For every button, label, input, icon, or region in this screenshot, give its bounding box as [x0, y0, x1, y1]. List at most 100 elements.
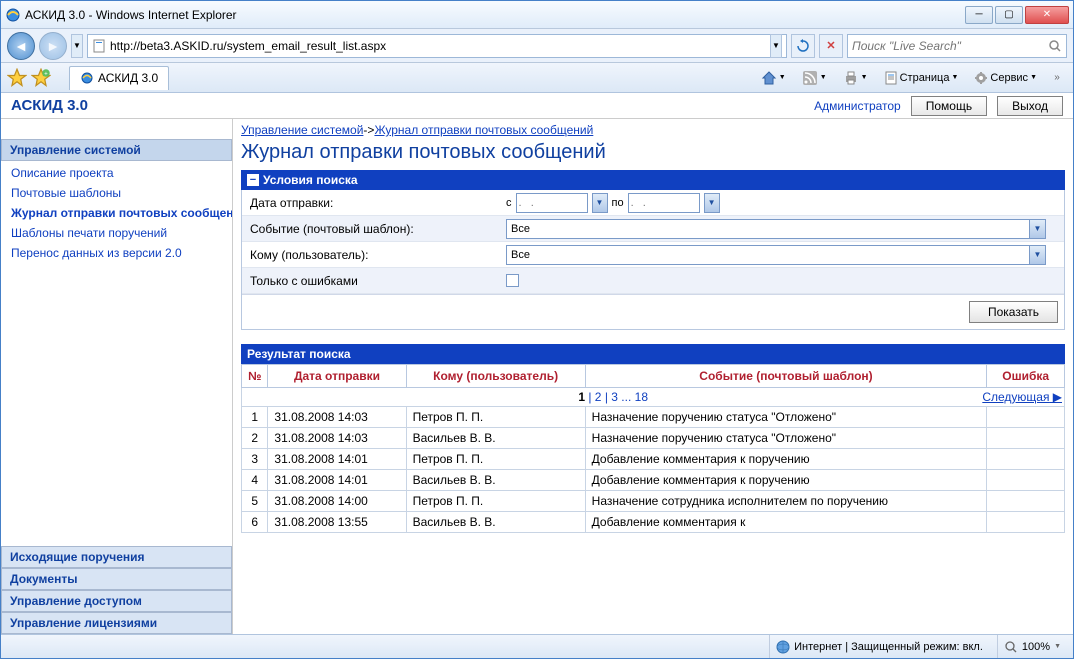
- back-button[interactable]: ◄: [7, 32, 35, 60]
- next-page[interactable]: Следующая ▶: [982, 390, 1062, 404]
- cell-date: 31.08.2008 14:00: [268, 491, 406, 512]
- stop-button[interactable]: ✕: [819, 34, 843, 58]
- table-row[interactable]: 6 31.08.2008 13:55 Васильев В. В. Добавл…: [242, 512, 1065, 533]
- tab-title: АСКИД 3.0: [98, 71, 158, 85]
- app-header: АСКИД 3.0 Администратор Помощь Выход: [1, 93, 1073, 119]
- ie-icon: [5, 7, 21, 23]
- cell-event: Назначение поручению статуса "Отложено": [585, 407, 987, 428]
- page-menu[interactable]: Страница ▼: [878, 67, 965, 89]
- date-from-picker[interactable]: ▼: [592, 193, 608, 213]
- page-title: Журнал отправки почтовых сообщений: [241, 141, 1065, 164]
- col-date[interactable]: Дата отправки: [268, 365, 406, 388]
- breadcrumb-log[interactable]: Журнал отправки почтовых сообщений: [374, 123, 593, 137]
- breadcrumb-system[interactable]: Управление системой: [241, 123, 363, 137]
- home-button[interactable]: ▼: [755, 67, 792, 89]
- date-to-picker[interactable]: ▼: [704, 193, 720, 213]
- cell-num: 2: [242, 428, 268, 449]
- pager: 1 | 2 | 3 ... 18 Следующая ▶: [242, 388, 1065, 407]
- user-select[interactable]: Все ▼: [506, 245, 1046, 265]
- history-dropdown[interactable]: ▼: [71, 34, 83, 58]
- browser-navbar: ◄ ► ▼ ▼ ✕: [1, 29, 1073, 63]
- svg-text:+: +: [44, 70, 48, 77]
- label-date: Дата отправки:: [242, 193, 502, 213]
- tools-menu[interactable]: Сервис ▼: [968, 67, 1043, 89]
- close-button[interactable]: ✕: [1025, 6, 1069, 24]
- chevron-down-icon: ▼: [1029, 220, 1045, 238]
- page-last[interactable]: 18: [635, 390, 648, 404]
- cell-num: 1: [242, 407, 268, 428]
- cell-num: 3: [242, 449, 268, 470]
- sidebar-item-email-log[interactable]: Журнал отправки почтовых сообщений: [1, 203, 232, 223]
- label-errors-only: Только с ошибками: [242, 271, 502, 291]
- cell-error: [987, 470, 1065, 491]
- label-event: Событие (почтовый шаблон):: [242, 219, 502, 239]
- zoom-dropdown[interactable]: ▼: [1054, 643, 1061, 650]
- forward-button[interactable]: ►: [39, 32, 67, 60]
- col-user[interactable]: Кому (пользователь): [406, 365, 585, 388]
- col-error[interactable]: Ошибка: [987, 365, 1065, 388]
- minimize-button[interactable]: ─: [965, 6, 993, 24]
- ie-icon: [80, 71, 94, 85]
- admin-link[interactable]: Администратор: [814, 99, 901, 113]
- search-input[interactable]: [852, 39, 1044, 53]
- cell-num: 6: [242, 512, 268, 533]
- table-row[interactable]: 4 31.08.2008 14:01 Васильев В. В. Добавл…: [242, 470, 1065, 491]
- collapse-icon[interactable]: −: [247, 174, 259, 186]
- url-dropdown[interactable]: ▼: [770, 34, 782, 58]
- date-to-input[interactable]: [628, 193, 700, 213]
- zoom-level: 100%: [1022, 641, 1050, 653]
- app-title: АСКИД 3.0: [11, 97, 88, 114]
- col-num[interactable]: №: [242, 365, 268, 388]
- sidebar-item-project[interactable]: Описание проекта: [1, 163, 232, 183]
- sidebar-item-print-templates[interactable]: Шаблоны печати поручений: [1, 223, 232, 243]
- feeds-button[interactable]: ▼: [796, 67, 833, 89]
- table-row[interactable]: 1 31.08.2008 14:03 Петров П. П. Назначен…: [242, 407, 1065, 428]
- sidebar-section-access[interactable]: Управление доступом: [1, 590, 232, 612]
- sidebar-section-licenses[interactable]: Управление лицензиями: [1, 612, 232, 634]
- cell-date: 31.08.2008 14:03: [268, 428, 406, 449]
- cell-date: 31.08.2008 14:01: [268, 449, 406, 470]
- event-select[interactable]: Все ▼: [506, 219, 1046, 239]
- sidebar: Управление системой Описание проекта Поч…: [1, 119, 233, 634]
- page-1[interactable]: 1: [578, 390, 585, 404]
- cell-event: Добавление комментария к: [585, 512, 987, 533]
- date-from-input[interactable]: [516, 193, 588, 213]
- refresh-button[interactable]: [791, 34, 815, 58]
- url-input[interactable]: [110, 36, 766, 56]
- col-event[interactable]: Событие (почтовый шаблон): [585, 365, 987, 388]
- page-3[interactable]: 3: [611, 390, 618, 404]
- zoom-icon[interactable]: [1004, 640, 1018, 654]
- page-2[interactable]: 2: [595, 390, 602, 404]
- exit-button[interactable]: Выход: [997, 96, 1063, 116]
- main-content: Управление системой->Журнал отправки поч…: [233, 119, 1073, 634]
- cell-date: 31.08.2008 13:55: [268, 512, 406, 533]
- print-button[interactable]: ▼: [837, 67, 874, 89]
- add-favorite-icon[interactable]: +: [31, 68, 51, 88]
- cell-user: Петров П. П.: [406, 491, 585, 512]
- show-button[interactable]: Показать: [969, 301, 1058, 323]
- errors-only-checkbox[interactable]: [506, 274, 519, 287]
- sidebar-section-system[interactable]: Управление системой: [1, 139, 232, 161]
- browser-tab[interactable]: АСКИД 3.0: [69, 66, 169, 90]
- sidebar-section-outgoing[interactable]: Исходящие поручения: [1, 546, 232, 568]
- sidebar-section-documents[interactable]: Документы: [1, 568, 232, 590]
- help-button[interactable]: Помощь: [911, 96, 987, 116]
- table-row[interactable]: 3 31.08.2008 14:01 Петров П. П. Добавлен…: [242, 449, 1065, 470]
- page-icon: [92, 39, 106, 53]
- cell-num: 5: [242, 491, 268, 512]
- table-row[interactable]: 2 31.08.2008 14:03 Васильев В. В. Назнач…: [242, 428, 1065, 449]
- cell-event: Добавление комментария к поручению: [585, 470, 987, 491]
- sidebar-item-templates[interactable]: Почтовые шаблоны: [1, 183, 232, 203]
- maximize-button[interactable]: ▢: [995, 6, 1023, 24]
- cell-event: Назначение поручению статуса "Отложено": [585, 428, 987, 449]
- chevron-right-icon[interactable]: »: [1047, 68, 1067, 88]
- sidebar-item-migrate[interactable]: Перенос данных из версии 2.0: [1, 243, 232, 263]
- table-row[interactable]: 5 31.08.2008 14:00 Петров П. П. Назначен…: [242, 491, 1065, 512]
- results-table: № Дата отправки Кому (пользователь) Собы…: [241, 364, 1065, 533]
- cell-error: [987, 449, 1065, 470]
- search-icon[interactable]: [1048, 39, 1062, 53]
- browser-toolbar: + АСКИД 3.0 ▼ ▼ ▼ Страница ▼ С: [1, 63, 1073, 93]
- cell-error: [987, 428, 1065, 449]
- favorites-star-icon[interactable]: [7, 68, 27, 88]
- cell-num: 4: [242, 470, 268, 491]
